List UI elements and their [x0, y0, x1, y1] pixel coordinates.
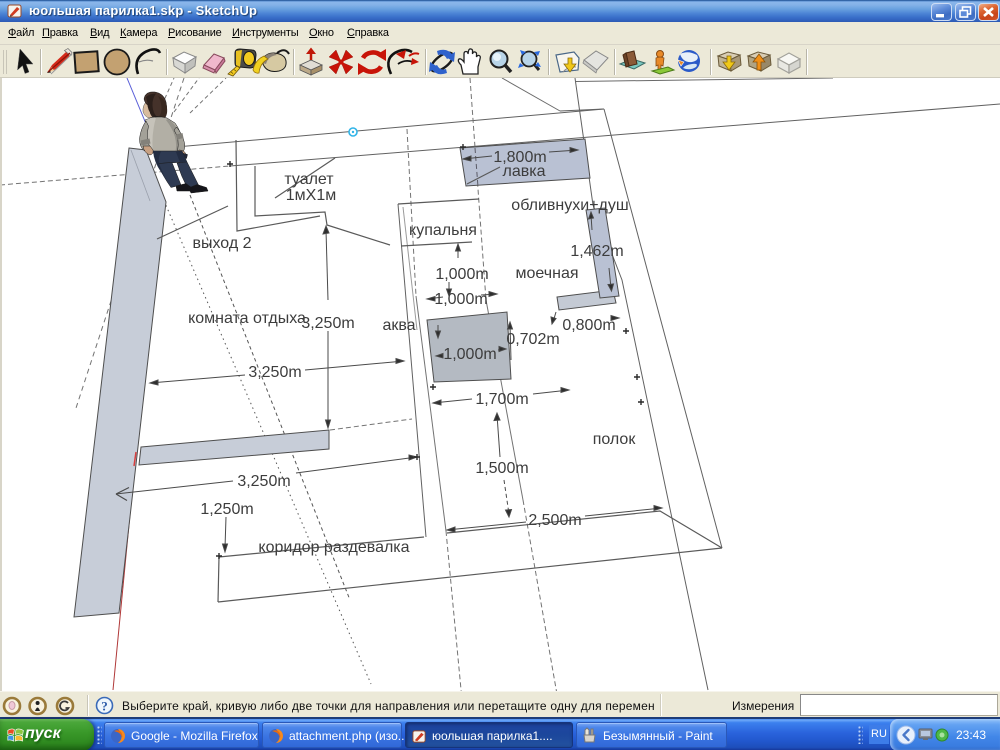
svg-text:моечная: моечная [516, 265, 579, 282]
svg-text:?: ? [101, 699, 108, 714]
svg-text:комната отдыха: комната отдыха [188, 310, 306, 327]
svg-text:1,000m: 1,000m [434, 291, 487, 308]
svg-text:1,250m: 1,250m [200, 501, 253, 518]
svg-text:3,250m: 3,250m [301, 315, 354, 332]
svg-text:0,800m: 0,800m [562, 317, 615, 334]
svg-text:купальня: купальня [409, 222, 477, 239]
svg-text:3,250m: 3,250m [248, 364, 301, 381]
svg-text:выход 2: выход 2 [192, 235, 251, 252]
svg-text:1,000m: 1,000m [443, 346, 496, 363]
svg-text:коридор раздевалка: коридор раздевалка [258, 539, 409, 556]
svg-text:1,462m: 1,462m [570, 243, 623, 260]
svg-text:0,702m: 0,702m [506, 331, 559, 348]
svg-text:полок: полок [593, 431, 637, 448]
svg-text:обливнухи+душ: обливнухи+душ [511, 197, 628, 214]
svg-text:3,250m: 3,250m [237, 473, 290, 490]
svg-text:туалет: туалет [284, 171, 334, 188]
svg-text:2,500m: 2,500m [528, 512, 581, 529]
svg-text:1,700m: 1,700m [475, 391, 528, 408]
svg-text:аква: аква [382, 317, 415, 334]
svg-text:1,500m: 1,500m [475, 460, 528, 477]
svg-text:1,000m: 1,000m [435, 266, 488, 283]
svg-text:1мХ1м: 1мХ1м [286, 187, 336, 204]
svg-text:лавка: лавка [503, 163, 546, 180]
